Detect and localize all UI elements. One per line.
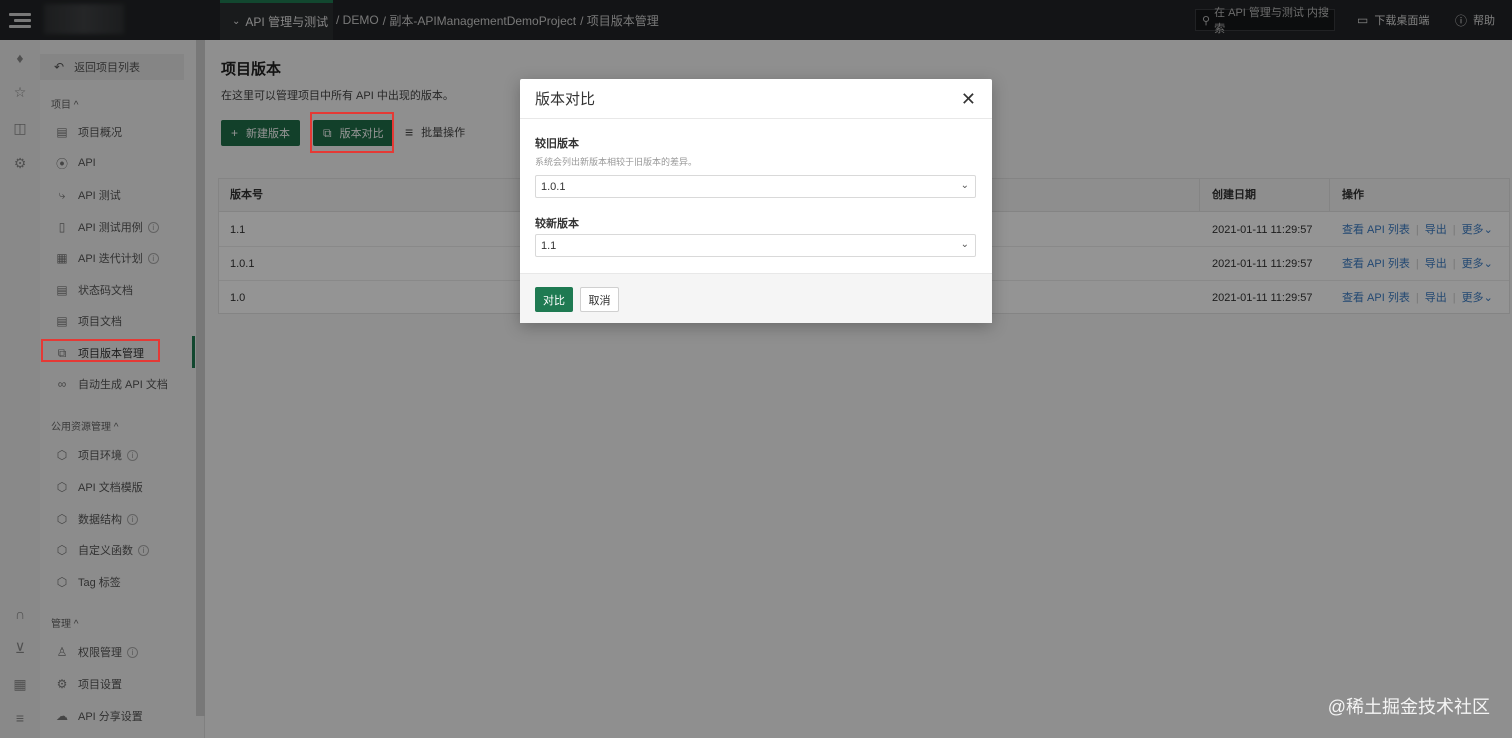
dialog-header: 版本对比 <box>520 79 992 119</box>
old-version-label: 较旧版本 <box>535 138 579 150</box>
dialog-footer: 对比 取消 <box>520 273 992 323</box>
old-version-help: 系统会列出新版本相较于旧版本的差异。 <box>535 157 698 167</box>
highlight-version-management <box>41 339 160 362</box>
close-icon[interactable]: ✕ <box>961 89 976 110</box>
cancel-button[interactable]: 取消 <box>580 287 619 312</box>
new-version-label: 较新版本 <box>535 218 579 230</box>
old-version-select[interactable]: 1.0.1 ⌄ <box>535 175 976 198</box>
compare-confirm-button[interactable]: 对比 <box>535 287 573 312</box>
chevron-down-icon: ⌄ <box>960 180 969 191</box>
new-version-select[interactable]: 1.1 ⌄ <box>535 234 976 257</box>
highlight-compare-button <box>310 112 394 153</box>
old-version-value: 1.0.1 <box>541 180 566 193</box>
watermark: @稀土掘金技术社区 <box>1327 697 1490 717</box>
dialog-title: 版本对比 <box>535 91 596 108</box>
new-version-value: 1.1 <box>541 239 557 252</box>
chevron-down-icon: ⌄ <box>960 239 969 250</box>
compare-version-dialog: 版本对比 ✕ 较旧版本 系统会列出新版本相较于旧版本的差异。 1.0.1 ⌄ 较… <box>520 79 992 323</box>
